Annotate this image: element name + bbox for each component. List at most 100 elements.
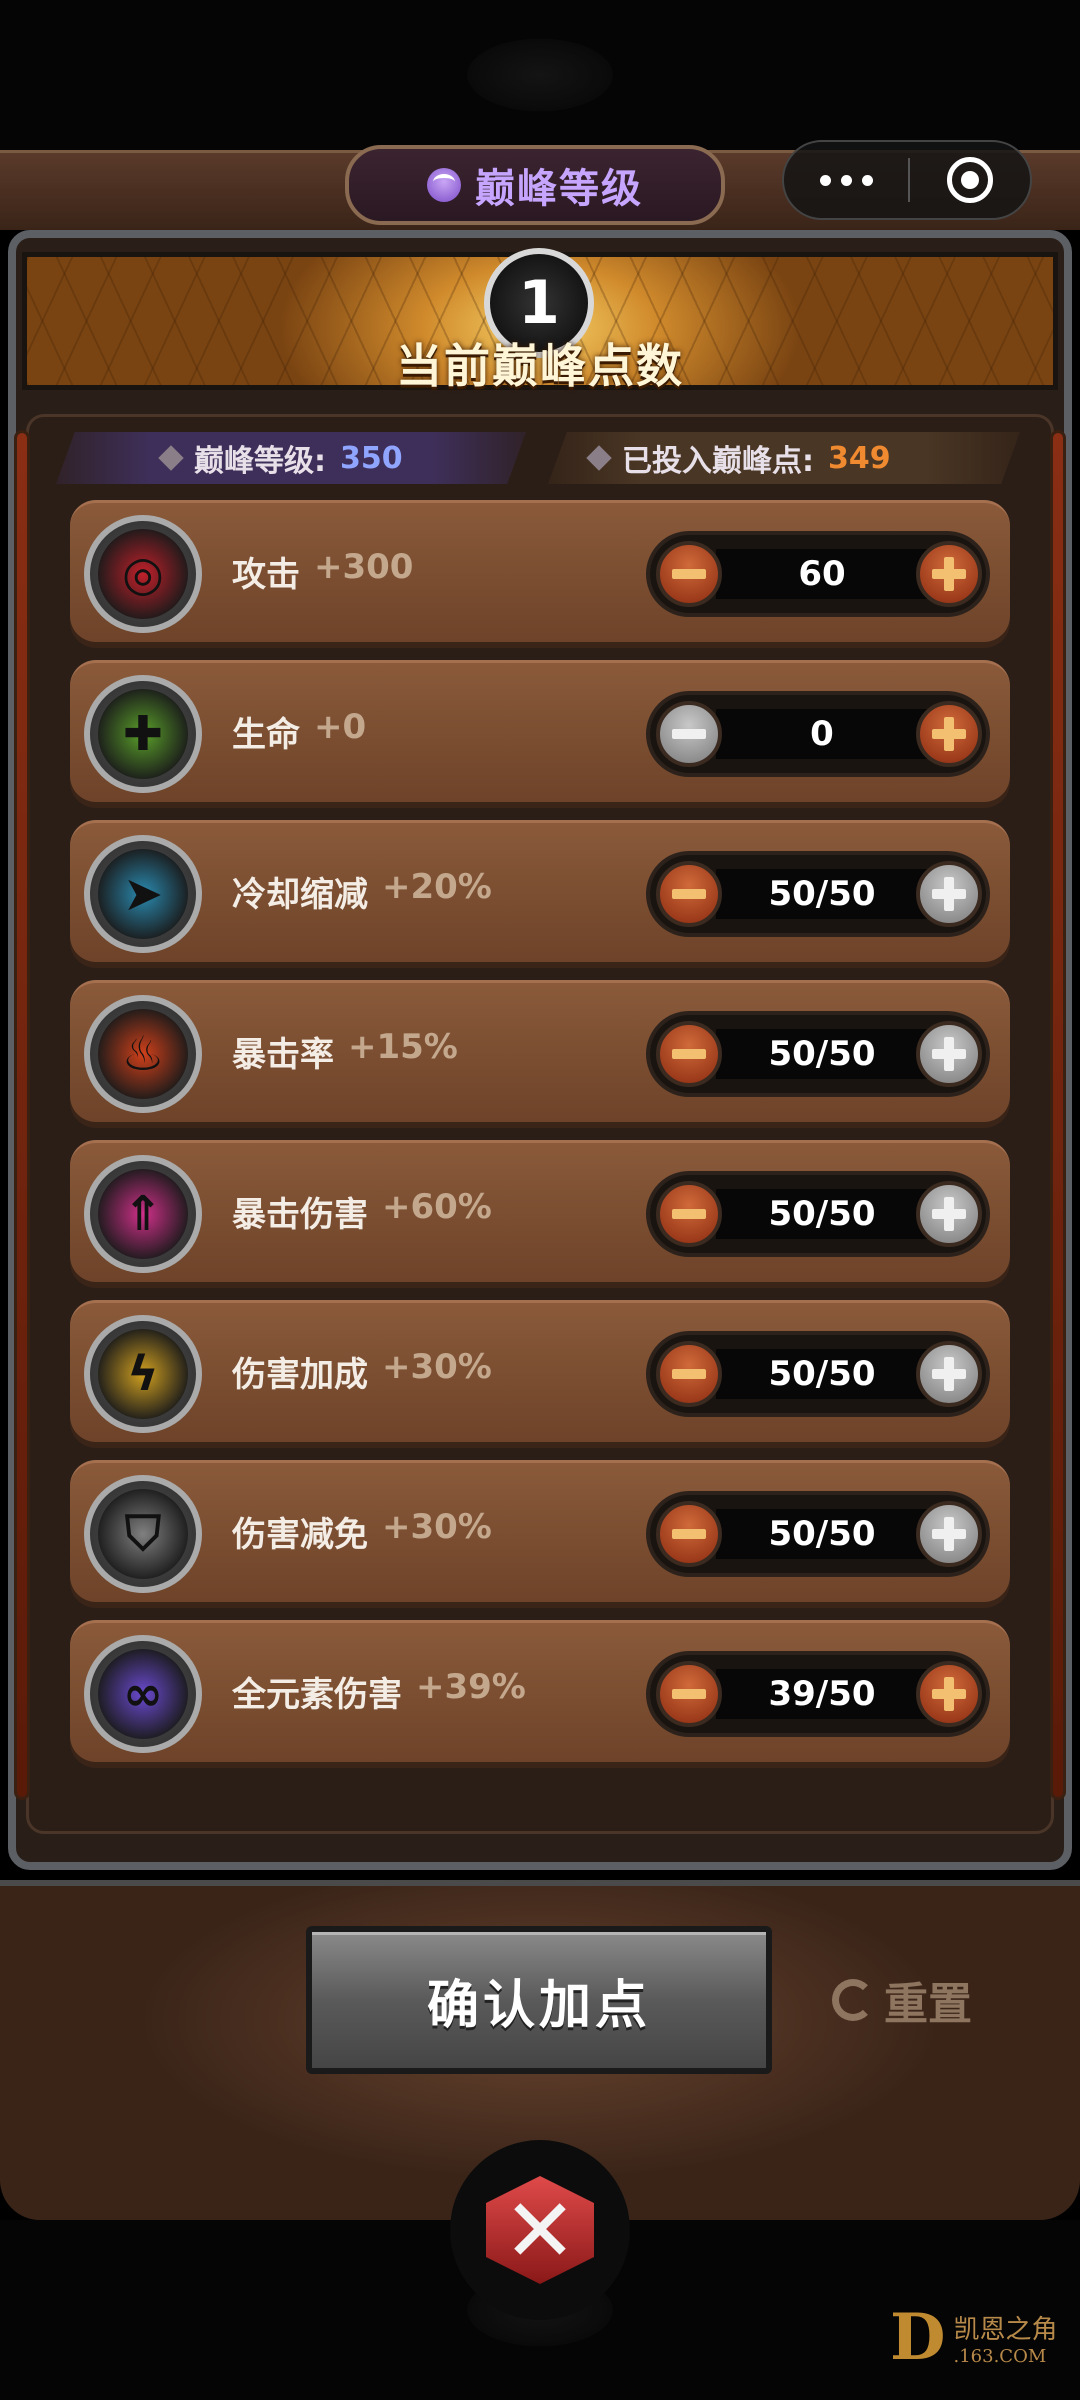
attribute-points-value: 50/50 xyxy=(716,1349,928,1399)
decrease-button[interactable] xyxy=(656,1021,722,1087)
attribute-icon-frame: ϟ xyxy=(84,1315,202,1433)
more-dots-icon xyxy=(819,174,831,186)
increase-button[interactable] xyxy=(916,1501,982,1567)
attribute-label: 冷却缩减 +20% xyxy=(232,867,492,916)
increase-button[interactable] xyxy=(916,1181,982,1247)
attribute-bonus: +0 xyxy=(314,707,367,747)
attribute-points-value: 39/50 xyxy=(716,1669,928,1719)
attribute-bonus: +60% xyxy=(382,1187,492,1227)
decrease-button[interactable] xyxy=(656,1341,722,1407)
paragon-icon xyxy=(427,168,461,202)
attribute-points-value: 0 xyxy=(716,709,928,759)
increase-button[interactable] xyxy=(916,1661,982,1727)
attribute-bonus: +39% xyxy=(416,1667,526,1707)
plus-icon xyxy=(932,1197,966,1231)
attribute-name: 暴击伤害 xyxy=(232,1195,368,1235)
attribute-points-value: 60 xyxy=(716,549,928,599)
attribute-row: ϟ 伤害加成 +30% 50/50 xyxy=(70,1300,1010,1442)
increase-button[interactable] xyxy=(916,861,982,927)
attribute-name: 暴击率 xyxy=(232,1035,334,1075)
minus-icon xyxy=(672,569,706,579)
available-points-label: 当前巅峰点数 xyxy=(396,339,684,393)
increase-button[interactable] xyxy=(916,541,982,607)
attribute-label: 暴击率 +15% xyxy=(232,1027,458,1076)
paragon-level-value: 350 xyxy=(340,440,403,476)
attribute-row: ♨ 暴击率 +15% 50/50 xyxy=(70,980,1010,1122)
attribute-bonus: +15% xyxy=(348,1027,458,1067)
title-plate: 巅峰等级 xyxy=(345,145,725,225)
minus-icon xyxy=(672,1529,706,1539)
decrease-button[interactable] xyxy=(656,861,722,927)
minus-icon xyxy=(672,1049,706,1059)
decrease-button[interactable] xyxy=(656,1501,722,1567)
increase-button[interactable] xyxy=(916,701,982,767)
attribute-icon-frame: ⇑ xyxy=(84,1155,202,1273)
page-title: 巅峰等级 xyxy=(475,166,643,212)
minus-icon xyxy=(672,889,706,899)
attribute-bonus: +20% xyxy=(382,867,492,907)
minus-icon xyxy=(672,729,706,739)
attribute-icon-frame: ⛉ xyxy=(84,1475,202,1593)
attribute-stepper: 0 xyxy=(646,691,990,777)
attribute-label: 全元素伤害 +39% xyxy=(232,1667,526,1716)
lightning-damage-icon: ϟ xyxy=(98,1329,188,1419)
decrease-button[interactable] xyxy=(656,1181,722,1247)
decrease-button[interactable] xyxy=(656,1661,722,1727)
watermark-line1: 凯恩之角 xyxy=(953,2314,1058,2345)
attribute-label: 生命 +0 xyxy=(232,707,366,756)
attribute-row: ✚ 生命 +0 0 xyxy=(70,660,1010,802)
target-circle-icon xyxy=(947,157,993,203)
attribute-label: 伤害加成 +30% xyxy=(232,1347,492,1396)
reset-label: 重置 xyxy=(884,1979,972,2030)
watermark: D 凯恩之角 .163.COM xyxy=(890,2300,1058,2375)
attribute-icon-frame: ◎ xyxy=(84,515,202,633)
attribute-icon-frame: ➤ xyxy=(84,835,202,953)
close-emblem-button[interactable]: ✕ xyxy=(450,2140,630,2320)
health-cross-icon: ✚ xyxy=(98,689,188,779)
minus-icon xyxy=(672,1369,706,1379)
plus-icon xyxy=(932,717,966,751)
attribute-points-value: 50/50 xyxy=(716,1509,928,1559)
diamond-icon xyxy=(158,445,184,471)
reset-button[interactable]: 重置 xyxy=(832,1970,972,2030)
attribute-stepper: 39/50 xyxy=(646,1651,990,1737)
more-dot xyxy=(840,174,852,186)
increase-button[interactable] xyxy=(916,1021,982,1087)
paragon-level-chip: 巅峰等级: 350 xyxy=(56,432,526,484)
attribute-name: 生命 xyxy=(232,715,300,755)
attribute-row: ➤ 冷却缩减 +20% 50/50 xyxy=(70,820,1010,962)
minus-icon xyxy=(672,1209,706,1219)
watermark-logo: D xyxy=(890,2300,946,2375)
attribute-label: 伤害减免 +30% xyxy=(232,1507,492,1556)
attribute-stepper: 50/50 xyxy=(646,851,990,937)
attribute-label: 攻击 +300 xyxy=(232,547,413,596)
decrease-button[interactable] xyxy=(656,701,722,767)
target-attack-icon: ◎ xyxy=(98,529,188,619)
more-dot xyxy=(861,174,873,186)
invested-points-value: 349 xyxy=(828,440,891,476)
confirm-allocation-button[interactable]: 确认加点 xyxy=(306,1926,772,2074)
attribute-row: ⛉ 伤害减免 +30% 50/50 xyxy=(70,1460,1010,1602)
attribute-icon-frame: ♨ xyxy=(84,995,202,1113)
crit-damage-arrow-icon: ⇑ xyxy=(98,1169,188,1259)
attribute-bonus: +30% xyxy=(382,1347,492,1387)
increase-button[interactable] xyxy=(916,1341,982,1407)
attribute-label: 暴击伤害 +60% xyxy=(232,1187,492,1236)
plus-icon xyxy=(932,557,966,591)
more-button[interactable] xyxy=(784,142,908,218)
top-background xyxy=(0,0,1080,150)
attribute-stepper: 50/50 xyxy=(646,1331,990,1417)
attribute-points-value: 50/50 xyxy=(716,1029,928,1079)
plus-icon xyxy=(932,1517,966,1551)
attribute-stepper: 60 xyxy=(646,531,990,617)
plus-icon xyxy=(932,1677,966,1711)
close-miniprogram-button[interactable] xyxy=(910,157,1030,203)
cooldown-clock-icon: ➤ xyxy=(98,849,188,939)
attribute-stepper: 50/50 xyxy=(646,1011,990,1097)
watermark-line2: .163.COM xyxy=(953,2345,1047,2367)
attribute-row: ◎ 攻击 +300 60 xyxy=(70,500,1010,642)
minus-icon xyxy=(672,1689,706,1699)
attribute-points-value: 50/50 xyxy=(716,869,928,919)
paragon-level-label: 巅峰等级: xyxy=(194,444,326,479)
decrease-button[interactable] xyxy=(656,541,722,607)
